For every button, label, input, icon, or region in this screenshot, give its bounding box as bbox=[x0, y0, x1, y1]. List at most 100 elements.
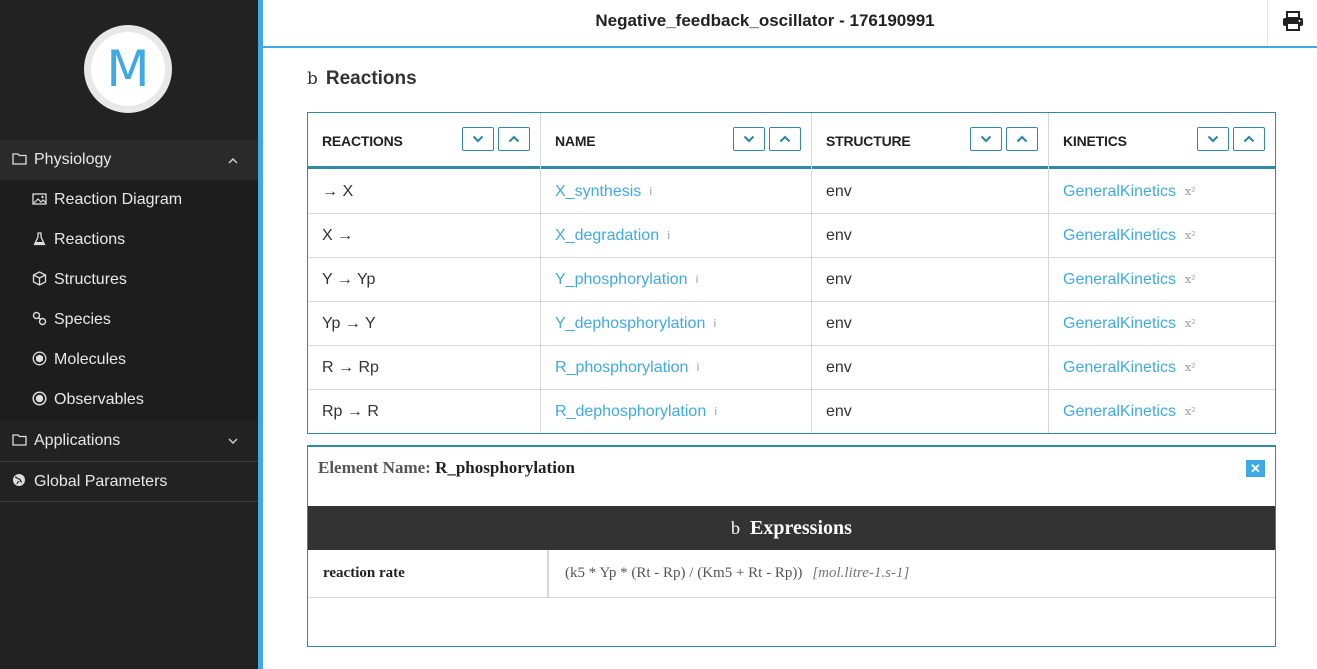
sidebar-item-global-parameters[interactable]: Global Parameters bbox=[0, 462, 258, 502]
reaction-name-link[interactable]: X_synthesis bbox=[555, 183, 641, 201]
circle-dot-icon bbox=[30, 391, 48, 409]
sort-ascending-button[interactable] bbox=[769, 127, 801, 151]
folder-icon bbox=[10, 433, 28, 449]
top-header: Negative_feedback_oscillator - 176190991 bbox=[263, 0, 1317, 48]
formula-icon[interactable]: x² bbox=[1185, 185, 1196, 198]
section-prefix: b bbox=[307, 69, 318, 89]
close-button[interactable]: ✕ bbox=[1246, 460, 1265, 477]
sort-ascending-button[interactable] bbox=[498, 127, 530, 151]
element-name-value: R_phosphorylation bbox=[435, 458, 575, 477]
element-detail-panel: Element Name: R_phosphorylation ✕ b Expre… bbox=[307, 445, 1276, 647]
table-row[interactable]: Yp → Y Y_dephosphorylation i env GeneralK… bbox=[308, 302, 1275, 346]
sidebar-item-physiology[interactable]: Physiology bbox=[0, 140, 258, 180]
formula-icon[interactable]: x² bbox=[1185, 273, 1196, 286]
table-header: REACTIONS NAME STRUCTURE KINETICS bbox=[308, 113, 1275, 169]
sort-descending-button[interactable] bbox=[733, 127, 765, 151]
table-row[interactable]: R → Rp R_phosphorylation i env GeneralKin… bbox=[308, 346, 1275, 390]
sort-ascending-button[interactable] bbox=[1233, 127, 1265, 151]
kinetics-cell: GeneralKinetics x² bbox=[1049, 346, 1275, 389]
structure-cell: env bbox=[812, 214, 1049, 257]
column-header-label: NAME bbox=[555, 133, 596, 149]
sort-descending-button[interactable] bbox=[1197, 127, 1229, 151]
expressions-header: b Expressions bbox=[308, 506, 1275, 550]
print-button[interactable] bbox=[1267, 0, 1317, 46]
sidebar: M Physiology Reaction Diagram Reactions … bbox=[0, 0, 258, 669]
table-row[interactable]: X → X_degradation i env GeneralKinetics x² bbox=[308, 214, 1275, 258]
table-row[interactable]: → X X_synthesis i env GeneralKinetics x² bbox=[308, 170, 1275, 214]
structure-cell: env bbox=[812, 346, 1049, 389]
sidebar-accent-stripe bbox=[258, 0, 263, 669]
element-name-label: Element Name: bbox=[318, 458, 431, 477]
reaction-name-link[interactable]: R_dephosphorylation bbox=[555, 403, 706, 421]
app-logo: M bbox=[84, 25, 172, 113]
folder-icon bbox=[10, 152, 28, 168]
info-icon[interactable]: i bbox=[696, 273, 699, 286]
expression-unit: [mol.litre-1.s-1] bbox=[812, 565, 910, 581]
kinetics-link[interactable]: GeneralKinetics bbox=[1063, 227, 1176, 245]
formula-icon[interactable]: x² bbox=[1185, 405, 1196, 418]
structure-cell: env bbox=[812, 390, 1049, 433]
sidebar-item-species[interactable]: Species bbox=[0, 300, 258, 340]
table-row[interactable]: Rp → R R_dephosphorylation i env GeneralK… bbox=[308, 390, 1275, 434]
column-header-name: NAME bbox=[541, 113, 812, 169]
kinetics-link[interactable]: GeneralKinetics bbox=[1063, 183, 1176, 201]
structure-cell: env bbox=[812, 302, 1049, 345]
reaction-name-link[interactable]: Y_phosphorylation bbox=[555, 271, 688, 289]
kinetics-link[interactable]: GeneralKinetics bbox=[1063, 315, 1176, 333]
printer-icon bbox=[1282, 10, 1304, 36]
page-title: Negative_feedback_oscillator - 176190991 bbox=[595, 11, 935, 30]
sidebar-item-observables[interactable]: Observables bbox=[0, 380, 258, 420]
formula-icon[interactable]: x² bbox=[1185, 361, 1196, 374]
sort-descending-button[interactable] bbox=[970, 127, 1002, 151]
reaction-name-link[interactable]: R_phosphorylation bbox=[555, 359, 688, 377]
sidebar-item-label: Physiology bbox=[34, 151, 112, 168]
structure-cell: env bbox=[812, 258, 1049, 301]
chevron-down-icon bbox=[228, 434, 238, 448]
name-cell: Y_dephosphorylation i bbox=[541, 302, 812, 345]
globe-icon bbox=[10, 473, 28, 490]
structure-cell: env bbox=[812, 170, 1049, 213]
sidebar-item-applications[interactable]: Applications bbox=[0, 420, 258, 462]
column-header-reactions: REACTIONS bbox=[308, 113, 541, 169]
sidebar-item-reaction-diagram[interactable]: Reaction Diagram bbox=[0, 180, 258, 220]
molecule-icon bbox=[30, 351, 48, 369]
formula-icon[interactable]: x² bbox=[1185, 229, 1196, 242]
kinetics-cell: GeneralKinetics x² bbox=[1049, 390, 1275, 433]
reaction-cell: → X bbox=[308, 170, 541, 213]
kinetics-link[interactable]: GeneralKinetics bbox=[1063, 359, 1176, 377]
sort-descending-button[interactable] bbox=[462, 127, 494, 151]
reaction-cell: R → Rp bbox=[308, 346, 541, 389]
cube-icon bbox=[30, 271, 48, 289]
column-header-kinetics: KINETICS bbox=[1049, 113, 1275, 169]
formula-icon[interactable]: x² bbox=[1185, 317, 1196, 330]
kinetics-cell: GeneralKinetics x² bbox=[1049, 258, 1275, 301]
close-icon: ✕ bbox=[1250, 460, 1261, 476]
column-header-label: STRUCTURE bbox=[826, 133, 911, 149]
element-name: Element Name: R_phosphorylation bbox=[318, 458, 575, 478]
sidebar-item-structures[interactable]: Structures bbox=[0, 260, 258, 300]
table-row[interactable]: Y → Yp Y_phosphorylation i env GeneralKin… bbox=[308, 258, 1275, 302]
info-icon[interactable]: i bbox=[696, 361, 699, 374]
name-cell: R_dephosphorylation i bbox=[541, 390, 812, 433]
info-icon[interactable]: i bbox=[667, 229, 670, 242]
kinetics-link[interactable]: GeneralKinetics bbox=[1063, 271, 1176, 289]
sidebar-item-molecules[interactable]: Molecules bbox=[0, 340, 258, 380]
kinetics-link[interactable]: GeneralKinetics bbox=[1063, 403, 1176, 421]
expression-formula: (k5 * Yp * (Rt - Rp) / (Km5 + Rt - Rp)) bbox=[565, 565, 803, 581]
info-icon[interactable]: i bbox=[713, 317, 716, 330]
sort-ascending-button[interactable] bbox=[1006, 127, 1038, 151]
kinetics-cell: GeneralKinetics x² bbox=[1049, 170, 1275, 213]
expression-row: reaction rate (k5 * Yp * (Rt - Rp) / (Km… bbox=[308, 550, 1275, 598]
section-title: b Reactions bbox=[307, 68, 417, 90]
name-cell: Y_phosphorylation i bbox=[541, 258, 812, 301]
reaction-name-link[interactable]: X_degradation bbox=[555, 227, 659, 245]
expression-label: reaction rate bbox=[308, 550, 549, 597]
sidebar-item-reactions[interactable]: Reactions bbox=[0, 220, 258, 260]
sidebar-item-label: Reactions bbox=[54, 231, 126, 248]
section-title-text: Reactions bbox=[325, 68, 417, 89]
reaction-name-link[interactable]: Y_dephosphorylation bbox=[555, 315, 705, 333]
expressions-prefix: b bbox=[731, 517, 741, 538]
info-icon[interactable]: i bbox=[649, 185, 652, 198]
info-icon[interactable]: i bbox=[714, 405, 717, 418]
column-header-label: REACTIONS bbox=[322, 133, 403, 149]
